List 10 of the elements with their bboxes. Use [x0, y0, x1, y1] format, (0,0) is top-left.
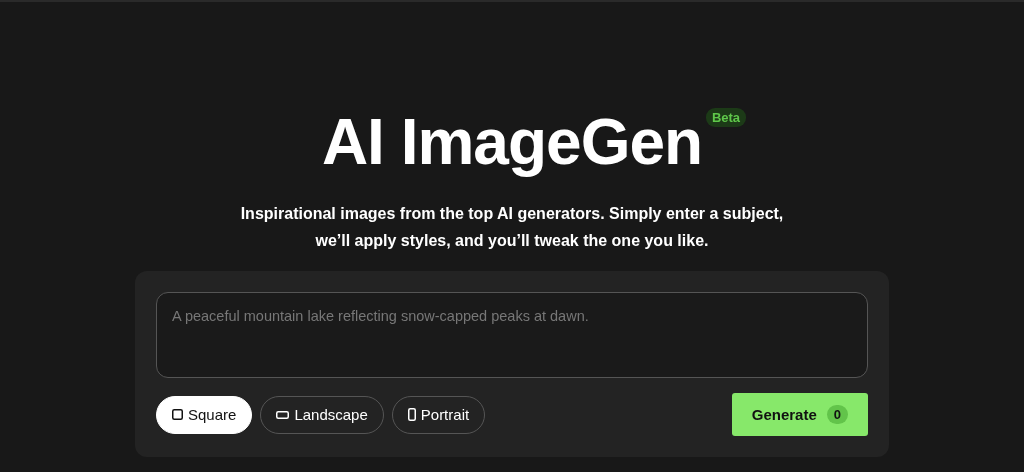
prompt-field[interactable]: A peaceful mountain lake reflecting snow-capped peaks at dawn. — [156, 292, 868, 378]
square-icon — [172, 409, 183, 420]
landscape-icon — [276, 410, 290, 419]
page-title: AI ImageGen — [321, 105, 703, 180]
generate-button[interactable]: Generate 0 — [731, 393, 868, 436]
portrait-icon — [407, 408, 416, 421]
subtitle: Inspirational images from the top AI generators. Simply enter a subject, we’ll apply styles, and you’ll tweak the one you like. — [239, 204, 785, 251]
aspect-button[interactable]: Square — [156, 395, 253, 434]
credit-count: 0 — [826, 405, 848, 424]
beta-badge: Beta — [705, 108, 747, 127]
